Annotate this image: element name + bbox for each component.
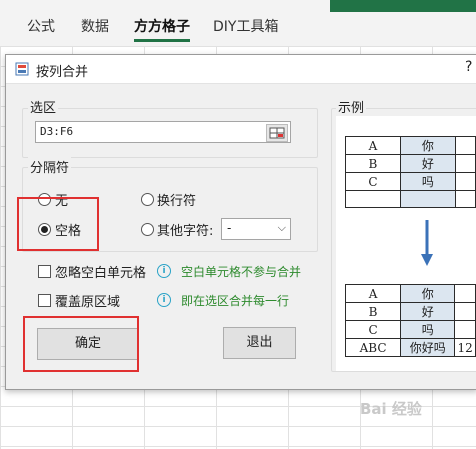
help-button[interactable]: ? [465, 59, 472, 75]
info-icon: i [157, 293, 171, 307]
overwrite-range-checkbox[interactable] [38, 294, 51, 307]
table-cell: C [344, 320, 402, 339]
dialog-title: 按列合并 [36, 65, 89, 80]
separator-label: 分隔符 [28, 157, 72, 176]
arrow-down-icon [421, 220, 433, 266]
table-row: B 好 [345, 154, 476, 173]
example-preview: A 你 B 好 C 吗 A 你 B 好 C 吗 ABC 你好吗 12 [336, 116, 476, 371]
table-cell: A [344, 284, 402, 303]
range-picker-button[interactable] [266, 124, 288, 142]
table-row: ABC 你好吗 12 [344, 338, 476, 357]
table-cell: 吗 [399, 172, 456, 191]
range-picker-icon [269, 127, 285, 139]
highlight-space-option [17, 197, 99, 251]
ignore-blank-checkbox[interactable] [38, 265, 51, 278]
table-cell [454, 190, 476, 208]
table-cell: 好 [400, 302, 456, 321]
table-cell [454, 154, 476, 173]
table-cell: 你 [400, 284, 456, 303]
table-cell: 你好吗 [400, 338, 456, 357]
other-char-select[interactable]: - ⌵ [221, 218, 291, 240]
table-cell: 好 [399, 154, 456, 173]
table-cell [399, 190, 456, 208]
table-cell: 你 [399, 136, 456, 155]
chevron-down-icon: ⌵ [277, 221, 286, 234]
table-cell: ABC [344, 338, 402, 357]
selection-label: 选区 [28, 97, 59, 116]
radio-newline[interactable] [141, 193, 154, 206]
table-cell: A [345, 136, 401, 155]
overwrite-range-label: 覆盖原区域 [55, 295, 121, 310]
table-cell: 吗 [400, 320, 456, 339]
tab-fangfanggezi[interactable]: 方方格子 [134, 16, 190, 42]
table-cell: 12 [454, 338, 476, 357]
tab-data[interactable]: 数据 [81, 16, 109, 36]
radio-newline-label: 换行符 [157, 194, 197, 209]
table-cell [454, 284, 476, 303]
radio-other-label: 其他字符: [157, 224, 214, 239]
table-row: C 吗 [344, 320, 476, 339]
info-icon: i [157, 264, 171, 278]
table-cell: B [345, 154, 401, 173]
app-icon [15, 62, 29, 76]
table-row: A 你 [344, 284, 476, 303]
ignore-blank-label: 忽略空白单元格 [55, 266, 147, 281]
table-row: A 你 [345, 136, 476, 155]
tab-diy-toolbox[interactable]: DIY工具箱 [213, 16, 278, 36]
range-value: D3:F6 [40, 125, 74, 138]
table-cell: B [344, 302, 402, 321]
table-cell [345, 190, 401, 208]
table-cell [454, 172, 476, 191]
exit-button[interactable]: 退出 [223, 327, 296, 359]
table-cell: C [345, 172, 401, 191]
example-after-table: A 你 B 好 C 吗 ABC 你好吗 12 [344, 284, 476, 357]
highlight-ok-button [23, 316, 139, 372]
ignore-blank-hint: 空白单元格不参与合并 [181, 265, 302, 279]
table-row [345, 190, 476, 208]
table-row: C 吗 [345, 172, 476, 191]
ribbon-accent-bar [330, 0, 476, 12]
dialog-titlebar[interactable]: 按列合并 ? [6, 55, 476, 84]
example-label: 示例 [336, 97, 367, 116]
table-row: B 好 [344, 302, 476, 321]
watermark: Bai 经验 [360, 400, 422, 418]
tab-formulas[interactable]: 公式 [27, 16, 55, 36]
other-char-value: - [227, 221, 232, 235]
overwrite-range-hint: 即在选区合并每一行 [181, 294, 290, 308]
table-cell [454, 302, 476, 321]
radio-other[interactable] [141, 223, 154, 236]
table-cell [454, 136, 476, 155]
table-cell [454, 320, 476, 339]
example-before-table: A 你 B 好 C 吗 [345, 136, 476, 208]
excel-ribbon: 公式 数据 方方格子 DIY工具箱 [0, 0, 476, 47]
range-input[interactable]: D3:F6 [35, 121, 291, 143]
